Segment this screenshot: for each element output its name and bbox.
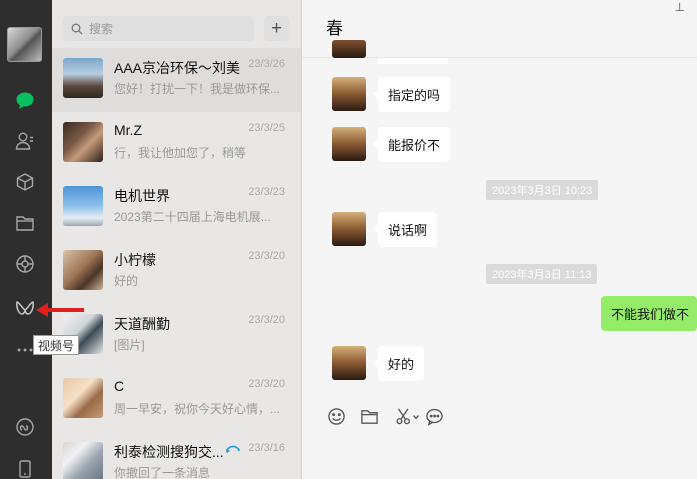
scissors-icon[interactable] — [392, 406, 422, 426]
chat-date: 23/3/20 — [248, 314, 285, 326]
chat-preview: 2023第二十四届上海电机展... — [114, 210, 271, 224]
arrow-icon — [36, 303, 84, 317]
moments-icon[interactable] — [14, 253, 36, 275]
list-item[interactable]: C 23/3/20 周一早安，祝你今天好心情，... — [52, 368, 301, 432]
avatar[interactable] — [7, 27, 42, 62]
chat-date: 23/3/20 — [248, 250, 285, 262]
chat-name: C — [114, 378, 125, 394]
timestamp: 2023年3月3日 10:23 — [486, 180, 599, 200]
chat-date: 23/3/20 — [248, 378, 285, 390]
list-item[interactable]: 小柠檬 23/3/20 好的 — [52, 240, 301, 304]
chat-name: 电机世界 — [114, 188, 170, 204]
message-bubble[interactable]: 说话啊 — [372, 212, 438, 247]
chat-name: 利泰检测搜狗交... — [114, 444, 224, 460]
phone-icon[interactable] — [14, 458, 36, 479]
chat-name: 天道酬勤 — [114, 316, 170, 332]
search-icon — [71, 23, 83, 34]
avatar — [332, 77, 366, 111]
contacts-icon[interactable] — [14, 130, 36, 152]
chat-preview: 好的 — [114, 274, 139, 288]
input-toolbar — [302, 392, 697, 479]
list-item[interactable]: 天道酬勤 23/3/20 [图片] — [52, 304, 301, 368]
avatar — [63, 442, 103, 479]
chat-name: Mr.Z — [114, 122, 142, 138]
list-item[interactable]: 利泰检测搜狗交... 23/3/16 你撤回了一条消息 — [52, 432, 301, 479]
bubble-fragment — [378, 58, 448, 64]
avatar — [332, 40, 366, 58]
message-bubble-self[interactable]: 不能我们做不 — [601, 296, 697, 331]
timestamp: 2023年3月3日 11:13 — [486, 264, 598, 284]
sync-icon — [226, 445, 240, 453]
search-input[interactable]: 搜索 — [63, 16, 254, 41]
chat-preview: 周一早安，祝你今天好心情，... — [114, 402, 281, 416]
chat-preview: 您好！打扰一下！我是做环保... — [114, 82, 281, 96]
emoji-icon[interactable] — [326, 406, 346, 426]
mini-program-icon[interactable] — [14, 416, 36, 438]
avatar — [63, 378, 103, 418]
chat-name: 小柠檬 — [114, 252, 156, 268]
avatar — [332, 212, 366, 246]
folder-icon[interactable] — [359, 406, 379, 426]
pin-icon[interactable]: ⊥ — [675, 0, 685, 14]
avatar — [332, 346, 366, 380]
nav-sidebar — [0, 0, 52, 479]
avatar — [63, 250, 103, 290]
folder-icon[interactable] — [14, 212, 36, 234]
page-title: 春 — [326, 19, 343, 38]
chat-preview: 行，我让他加您了，稍等 — [114, 146, 247, 160]
chat-date: 23/3/26 — [248, 58, 285, 70]
cube-icon[interactable] — [14, 171, 36, 193]
chat-date: 23/3/16 — [248, 442, 285, 454]
chat-icon[interactable] — [14, 89, 36, 111]
chat-date: 23/3/25 — [248, 122, 285, 134]
message-bubble[interactable]: 能报价不 — [372, 127, 451, 162]
list-item[interactable]: 电机世界 23/3/23 2023第二十四届上海电机展... — [52, 176, 301, 240]
avatar — [63, 122, 103, 162]
chat-name: AAA京冶环保～刘美 — [114, 60, 241, 76]
chat-date: 23/3/23 — [248, 186, 285, 198]
chat-preview: [图片] — [114, 338, 145, 352]
list-item[interactable]: Mr.Z 23/3/25 行，我让他加您了，稍等 — [52, 112, 301, 176]
avatar — [63, 186, 103, 226]
avatar — [63, 58, 103, 98]
avatar — [332, 127, 366, 161]
message-bubble[interactable]: 指定的吗 — [372, 77, 451, 112]
list-item[interactable]: AAA京冶环保～刘美 23/3/26 您好！打扰一下！我是做环保... — [52, 48, 301, 112]
add-button[interactable]: + — [264, 16, 289, 41]
message-bubble[interactable]: 好的 — [372, 346, 425, 381]
chat-preview: 你撤回了一条消息 — [114, 466, 211, 479]
chat-list: 搜索 + AAA京冶环保～刘美 23/3/26 您好！打扰一下！我是做环保...… — [52, 0, 302, 479]
conversation-pane: 春 ⊥ 指定的吗 能报价不 2023年3月3日 10:23 说话啊 2023年3… — [302, 0, 697, 479]
tooltip: 视频号 — [33, 335, 79, 355]
chat-bubble-icon[interactable] — [424, 406, 444, 426]
channels-icon[interactable] — [14, 297, 36, 319]
